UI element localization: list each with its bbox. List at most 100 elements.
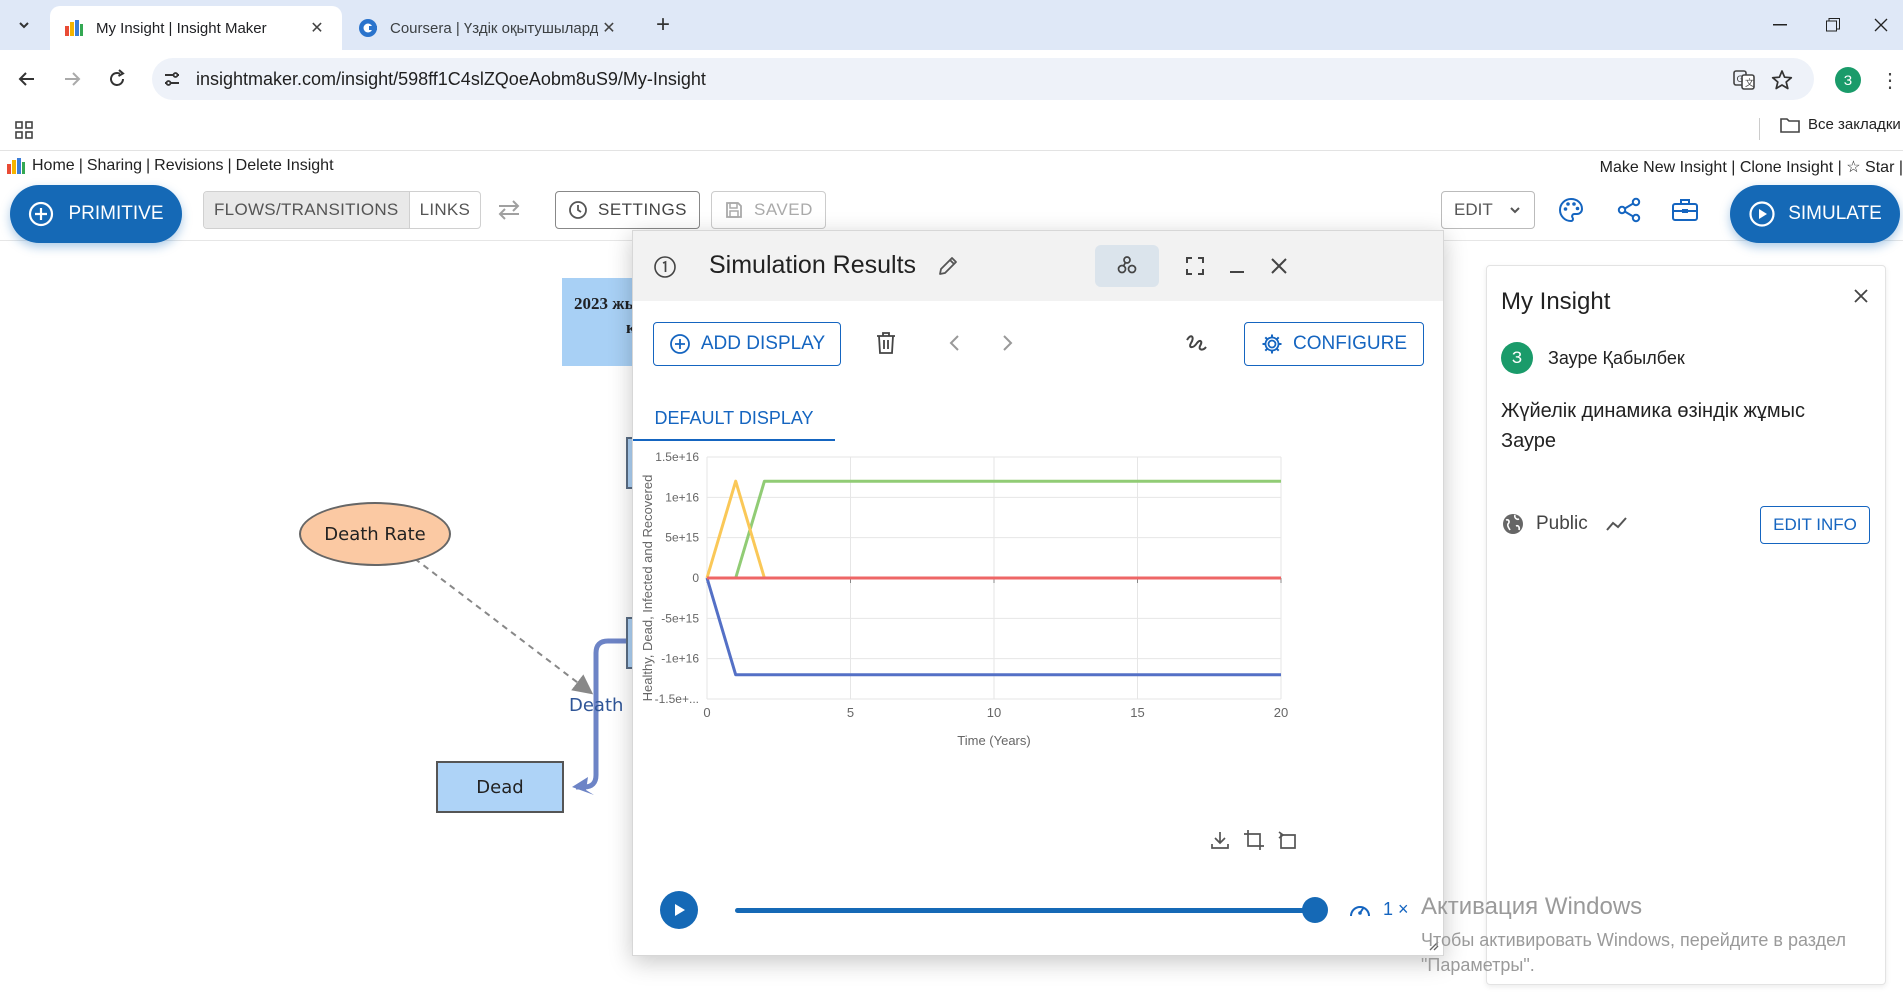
visibility-label: Public [1536, 513, 1588, 534]
x-tick-label: 20 [1274, 705, 1288, 720]
browser-tab-coursera[interactable]: Coursera | Үздік оқытушылард ✕ [344, 6, 634, 50]
edit-menu-button[interactable]: EDIT [1441, 191, 1535, 229]
author-avatar[interactable]: З [1501, 342, 1533, 374]
minimize-window-button[interactable] [1752, 0, 1808, 50]
minimize-button[interactable] [1215, 245, 1259, 287]
trash-icon[interactable] [875, 331, 897, 355]
y-tick-label: 1e+16 [665, 490, 699, 504]
restore-window-button[interactable] [1805, 0, 1861, 50]
windows-activation-title: Активация Windows [1421, 893, 1643, 920]
restore-icon [1826, 18, 1840, 32]
x-tick-label: 5 [847, 705, 854, 720]
y-tick-label: -1.5e+... [655, 692, 699, 706]
death-flow-label[interactable]: Death [569, 695, 623, 716]
apps-grid-icon[interactable] [14, 120, 34, 140]
revisions-link[interactable]: Revisions [154, 157, 223, 175]
links-toggle[interactable]: LINKS [410, 192, 481, 228]
gear-icon [1262, 334, 1282, 354]
close-button[interactable] [1257, 245, 1301, 287]
configure-button[interactable]: CONFIGURE [1244, 322, 1424, 366]
reload-button[interactable] [100, 62, 134, 96]
playback-slider-thumb[interactable] [1302, 897, 1328, 923]
share-icon[interactable] [1614, 195, 1644, 225]
back-button[interactable] [10, 62, 44, 96]
settings-button[interactable]: SETTINGS [555, 191, 701, 229]
y-tick-label: -5e+15 [661, 611, 699, 625]
delete-insight-link[interactable]: Delete Insight [236, 157, 334, 175]
trending-icon[interactable] [1605, 514, 1629, 534]
minimize-icon [1773, 24, 1787, 26]
settings-label: SETTINGS [598, 200, 688, 219]
pencil-icon[interactable] [937, 255, 959, 277]
new-tab-button[interactable]: + [648, 10, 678, 40]
chevron-right-icon[interactable] [999, 333, 1015, 353]
coursera-icon [359, 19, 377, 37]
configure-label: CONFIGURE [1293, 333, 1407, 354]
death-rate-variable[interactable]: Death Rate [299, 502, 451, 566]
play-button[interactable] [660, 891, 698, 929]
all-bookmarks-folder[interactable]: Все закладки [1780, 116, 1901, 133]
info-circle-icon[interactable] [653, 255, 677, 279]
close-icon [1271, 258, 1287, 274]
close-icon[interactable] [1851, 286, 1871, 306]
add-primitive-button[interactable]: PRIMITIVE [10, 185, 182, 243]
close-icon[interactable]: ✕ [306, 17, 328, 39]
sharing-link[interactable]: Sharing [87, 157, 142, 175]
play-circle-icon [1749, 201, 1775, 227]
close-window-button[interactable] [1858, 0, 1903, 50]
add-display-label: ADD DISPLAY [700, 333, 826, 354]
address-bar[interactable]: insightmaker.com/insight/598ff1C4slZQoeA… [152, 58, 1814, 100]
site-settings-icon[interactable] [160, 67, 184, 91]
x-tick-label: 15 [1130, 705, 1144, 720]
note-text-box[interactable]: 2023 жы ко [562, 278, 642, 366]
molecule-icon [1117, 256, 1137, 274]
folder-icon [1780, 117, 1800, 133]
insight-actions-links[interactable]: Make New Insight | Clone Insight | ☆ Sta… [1600, 157, 1903, 177]
add-display-button[interactable]: ADD DISPLAY [653, 322, 841, 366]
download-icon[interactable] [1207, 827, 1233, 853]
compare-runs-button[interactable] [1095, 245, 1159, 287]
palette-icon[interactable] [1556, 195, 1586, 225]
simulate-label: SIMULATE [1788, 203, 1882, 224]
swap-arrows-icon[interactable] [496, 199, 522, 221]
tab-default-display[interactable]: DEFAULT DISPLAY [633, 397, 835, 441]
toolbox-icon[interactable] [1670, 195, 1700, 225]
scribble-icon[interactable] [1183, 331, 1209, 357]
tab-title: My Insight | Insight Maker [96, 19, 267, 37]
dead-stock[interactable]: Dead [436, 761, 564, 813]
zoom-reset-icon[interactable] [1275, 827, 1301, 853]
home-link[interactable]: Home [32, 157, 75, 175]
zoom-select-icon[interactable] [1241, 827, 1267, 853]
insight-title: My Insight [1501, 288, 1611, 315]
profile-avatar[interactable]: З [1835, 67, 1861, 93]
flows-transitions-toggle[interactable]: FLOWS/TRANSITIONS [204, 192, 410, 228]
insight-info-panel: My Insight З Зауре Қабылбек Жүйелік дина… [1486, 265, 1886, 985]
simulation-results-title: Simulation Results [709, 251, 917, 279]
maximize-button[interactable] [1173, 245, 1217, 287]
forward-button[interactable] [55, 62, 89, 96]
tab-search-button[interactable] [8, 9, 40, 41]
browser-menu-icon[interactable]: ⋮ [1880, 66, 1900, 94]
saved-button[interactable]: SAVED [711, 191, 826, 229]
browser-tabstrip: My Insight | Insight Maker ✕ Coursera | … [0, 0, 1903, 50]
speedometer-icon[interactable] [1348, 899, 1372, 921]
insightmaker-logo-icon [7, 158, 25, 174]
author-name[interactable]: Зауре Қабылбек [1548, 348, 1685, 369]
translate-icon[interactable]: G文 [1732, 68, 1756, 92]
connection-mode-toggle: FLOWS/TRANSITIONS LINKS [203, 191, 482, 229]
simulate-button[interactable]: SIMULATE [1730, 185, 1900, 243]
y-tick-label: 5e+15 [665, 531, 699, 545]
primitive-label: PRIMITIVE [68, 203, 164, 224]
y-tick-label: 0 [692, 571, 699, 585]
bookmark-star-icon[interactable] [1770, 68, 1794, 92]
chevron-left-icon[interactable] [947, 333, 963, 353]
playback-slider-track[interactable] [735, 908, 1315, 913]
death-rate-link[interactable] [405, 551, 594, 695]
save-icon [726, 202, 742, 218]
edit-info-button[interactable]: EDIT INFO [1760, 506, 1870, 544]
browser-tab-insight-maker[interactable]: My Insight | Insight Maker ✕ [50, 6, 342, 50]
arrow-right-icon [65, 72, 81, 86]
playback-speed[interactable]: 1 × [1383, 899, 1409, 920]
close-icon[interactable]: ✕ [598, 17, 620, 39]
x-tick-label: 10 [987, 705, 1001, 720]
